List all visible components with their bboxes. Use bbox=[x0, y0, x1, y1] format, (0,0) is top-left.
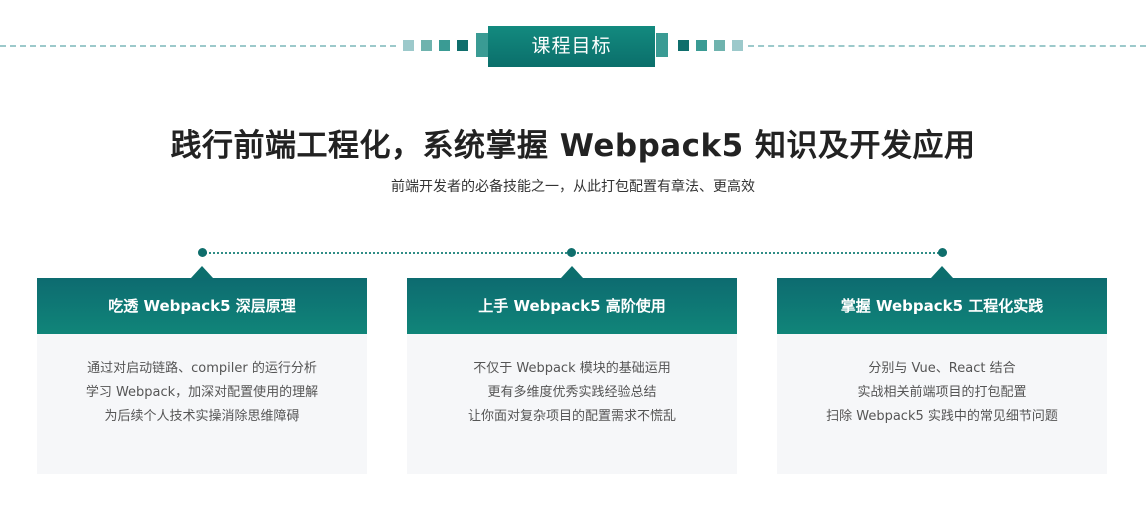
timeline-dot bbox=[567, 248, 576, 257]
card-pointer bbox=[931, 266, 953, 278]
card-title: 上手 Webpack5 高阶使用 bbox=[407, 278, 737, 334]
decor-square bbox=[732, 40, 743, 51]
page-title: 践行前端工程化，系统掌握 Webpack5 知识及开发应用 bbox=[170, 128, 976, 164]
goal-card: 掌握 Webpack5 工程化实践 分别与 Vue、React 结合 实战相关前… bbox=[777, 266, 1107, 474]
decor-square bbox=[439, 40, 450, 51]
page-subtitle: 前端开发者的必备技能之一，从此打包配置有章法、更高效 bbox=[391, 179, 755, 195]
timeline-dot bbox=[198, 248, 207, 257]
card-line: 分别与 Vue、React 结合 bbox=[868, 361, 1016, 376]
card-line: 让你面对复杂项目的配置需求不慌乱 bbox=[467, 409, 676, 424]
card-line: 扫除 Webpack5 实践中的常见细节问题 bbox=[826, 409, 1058, 424]
divider-right bbox=[748, 45, 1146, 47]
card-body: 分别与 Vue、React 结合 实战相关前端项目的打包配置 扫除 Webpac… bbox=[777, 334, 1107, 474]
decor-square bbox=[678, 40, 689, 51]
card-line: 实战相关前端项目的打包配置 bbox=[857, 385, 1027, 400]
badge-wing-left bbox=[476, 33, 488, 57]
decor-square bbox=[696, 40, 707, 51]
decor-square bbox=[421, 40, 432, 51]
card-title: 掌握 Webpack5 工程化实践 bbox=[777, 278, 1107, 334]
divider-left bbox=[0, 45, 396, 47]
decor-square bbox=[457, 40, 468, 51]
card-body: 通过对启动链路、compiler 的运行分析 学习 Webpack，加深对配置使… bbox=[37, 334, 367, 474]
card-pointer bbox=[561, 266, 583, 278]
card-line: 不仅于 Webpack 模块的基础运用 bbox=[473, 361, 671, 376]
goal-card: 吃透 Webpack5 深层原理 通过对启动链路、compiler 的运行分析 … bbox=[37, 266, 367, 474]
card-pointer bbox=[191, 266, 213, 278]
card-line: 更有多维度优秀实践经验总结 bbox=[487, 385, 657, 400]
card-line: 学习 Webpack，加深对配置使用的理解 bbox=[85, 385, 319, 400]
badge-wing-right bbox=[656, 33, 668, 57]
goal-card: 上手 Webpack5 高阶使用 不仅于 Webpack 模块的基础运用 更有多… bbox=[407, 266, 737, 474]
decor-square bbox=[403, 40, 414, 51]
decor-square bbox=[714, 40, 725, 51]
section-badge: 课程目标 bbox=[488, 26, 655, 67]
card-line: 为后续个人技术实操消除思维障碍 bbox=[104, 409, 300, 424]
card-body: 不仅于 Webpack 模块的基础运用 更有多维度优秀实践经验总结 让你面对复杂… bbox=[407, 334, 737, 474]
timeline-dot bbox=[938, 248, 947, 257]
card-line: 通过对启动链路、compiler 的运行分析 bbox=[87, 361, 317, 376]
card-title: 吃透 Webpack5 深层原理 bbox=[37, 278, 367, 334]
